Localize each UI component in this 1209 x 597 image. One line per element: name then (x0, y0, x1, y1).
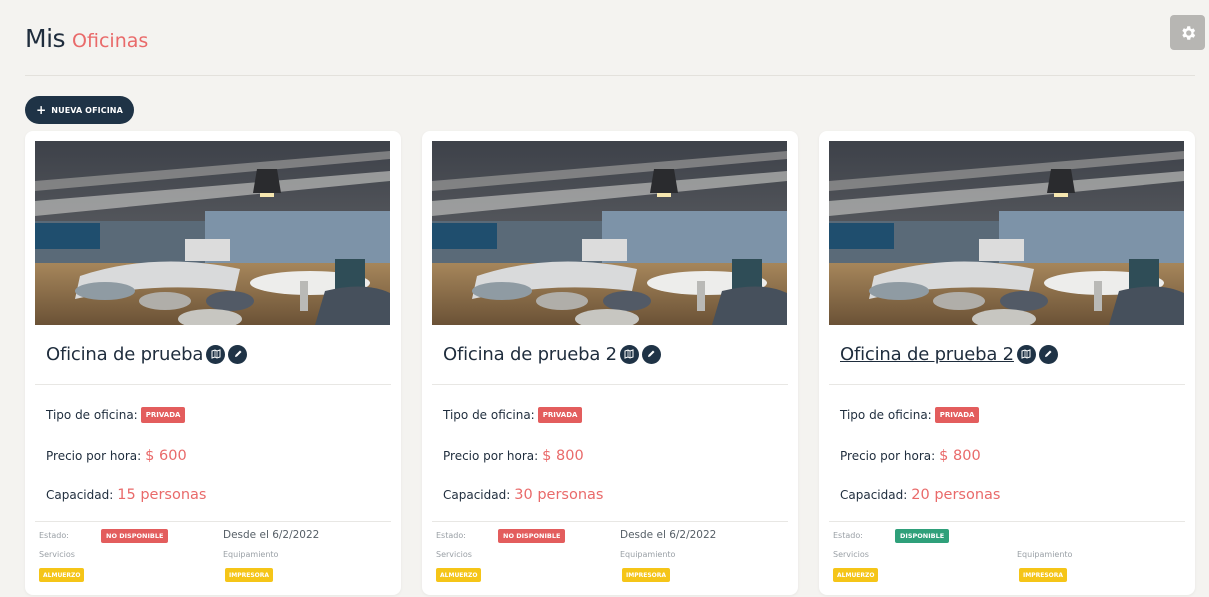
price-label: Precio por hora: (46, 449, 142, 463)
office-type-label: Tipo de oficina: (443, 408, 535, 422)
card-divider (829, 521, 1185, 522)
office-name-row: Oficina de prueba 2 (443, 340, 661, 368)
price-value: $ 800 (939, 448, 981, 464)
office-type-row: Tipo de oficina: PRIVADA (443, 406, 583, 424)
office-photo (432, 141, 787, 325)
map-icon (211, 349, 221, 359)
office-card: Oficina de prueba 2 Tipo de oficina: PRI… (422, 131, 798, 595)
plus-icon: + (36, 103, 47, 117)
office-type-badge: PRIVADA (537, 407, 583, 423)
status-label: Estado: (436, 531, 466, 540)
card-divider (35, 384, 391, 385)
new-office-label: NUEVA OFICINA (51, 105, 123, 115)
pencil-icon (234, 350, 242, 357)
status-badge: NO DISPONIBLE (498, 529, 566, 543)
edit-office-button[interactable] (641, 344, 661, 364)
card-divider (829, 384, 1185, 385)
card-divider (432, 521, 788, 522)
capacity-row: Capacidad: 15 personas (46, 484, 206, 506)
price-label: Precio por hora: (443, 449, 539, 463)
services-label: Servicios (436, 550, 472, 559)
settings-button[interactable] (1170, 15, 1205, 50)
map-icon (1021, 349, 1031, 359)
office-card: Oficina de prueba 2 Tipo de oficina: PRI… (819, 131, 1195, 595)
office-type-badge: PRIVADA (140, 407, 186, 423)
service-badge: ALMUERZO (436, 568, 482, 582)
new-office-button[interactable]: + NUEVA OFICINA (25, 96, 134, 124)
edit-office-button[interactable] (228, 344, 248, 364)
equipment-badge: IMPRESORA (622, 568, 671, 582)
office-type-label: Tipo de oficina: (840, 408, 932, 422)
status-label: Estado: (39, 531, 69, 540)
office-type-row: Tipo de oficina: PRIVADA (840, 406, 980, 424)
services-label: Servicios (833, 550, 869, 559)
capacity-value: 20 personas (911, 487, 1001, 503)
service-badge: ALMUERZO (39, 568, 85, 582)
view-map-button[interactable] (619, 344, 639, 364)
office-card: Oficina de prueba Tipo de oficina: PRIVA… (25, 131, 401, 595)
card-divider (35, 521, 391, 522)
office-name-row: Oficina de prueba (46, 340, 248, 368)
pencil-icon (1045, 350, 1052, 357)
page-title: Mis Oficinas (25, 24, 148, 60)
office-name[interactable]: Oficina de prueba 2 (443, 344, 617, 365)
office-type-label: Tipo de oficina: (46, 408, 138, 422)
price-label: Precio por hora: (840, 449, 936, 463)
equipment-label: Equipamiento (223, 550, 279, 559)
services-label: Servicios (39, 550, 75, 559)
view-map-button[interactable] (1016, 344, 1036, 364)
office-name-row: Oficina de prueba 2 (840, 340, 1058, 368)
status-since: Desde el 6/2/2022 (620, 529, 717, 541)
edit-office-button[interactable] (1038, 344, 1058, 364)
map-icon (624, 349, 634, 359)
price-value: $ 600 (145, 448, 187, 464)
office-name[interactable]: Oficina de prueba (46, 344, 203, 365)
price-row: Precio por hora: $ 600 (46, 446, 187, 466)
capacity-row: Capacidad: 30 personas (443, 484, 603, 506)
capacity-value: 15 personas (117, 487, 207, 503)
price-row: Precio por hora: $ 800 (443, 446, 584, 466)
capacity-label: Capacidad: (840, 488, 908, 502)
price-row: Precio por hora: $ 800 (840, 446, 981, 466)
office-type-row: Tipo de oficina: PRIVADA (46, 406, 186, 424)
capacity-row: Capacidad: 20 personas (840, 484, 1000, 506)
status-since: Desde el 6/2/2022 (223, 529, 320, 541)
price-value: $ 800 (542, 448, 584, 464)
service-badge: ALMUERZO (833, 568, 879, 582)
equipment-label: Equipamiento (620, 550, 676, 559)
view-map-button[interactable] (206, 344, 226, 364)
status-badge: NO DISPONIBLE (101, 529, 169, 543)
header-divider (25, 75, 1195, 76)
gear-icon (1181, 25, 1195, 40)
page-title-main: Mis (25, 24, 66, 53)
page-title-accent: Oficinas (72, 30, 149, 52)
pencil-icon (648, 350, 655, 357)
status-badge: DISPONIBLE (895, 529, 950, 543)
capacity-label: Capacidad: (46, 488, 114, 502)
equipment-label: Equipamiento (1017, 550, 1073, 559)
status-label: Estado: (833, 531, 863, 540)
equipment-badge: IMPRESORA (225, 568, 274, 582)
capacity-value: 30 personas (514, 487, 604, 503)
card-divider (432, 384, 788, 385)
office-name-link[interactable]: Oficina de prueba 2 (840, 344, 1014, 365)
capacity-label: Capacidad: (443, 488, 511, 502)
office-photo (35, 141, 390, 325)
office-photo (829, 141, 1184, 325)
office-type-badge: PRIVADA (934, 407, 980, 423)
equipment-badge: IMPRESORA (1019, 568, 1068, 582)
